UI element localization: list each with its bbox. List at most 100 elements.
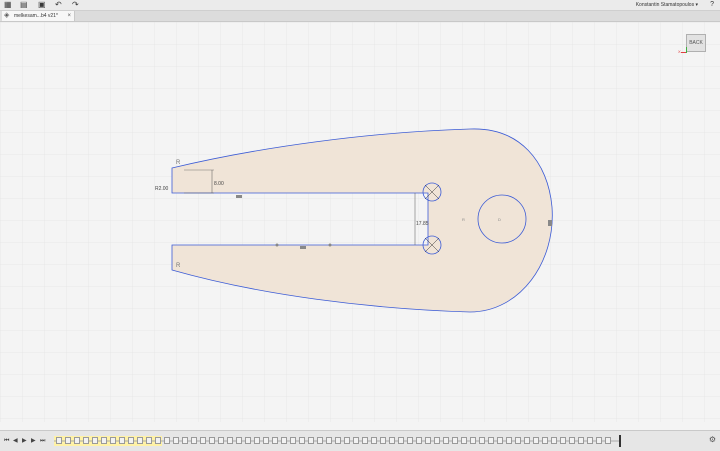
document-tab-bar: ◈ melkesam...b4 v21* ×	[0, 11, 720, 22]
timeline-feature-icon[interactable]	[497, 437, 503, 444]
timeline-feature-icon[interactable]	[533, 437, 539, 444]
timeline-feature-icon[interactable]	[578, 437, 584, 444]
timeline-feature-icon[interactable]	[200, 437, 206, 444]
user-menu[interactable]: Konstantin Stamatopoulos ▾	[636, 1, 698, 9]
timeline-feature-icon[interactable]	[443, 437, 449, 444]
document-tab[interactable]: ◈ melkesam...b4 v21* ×	[2, 11, 75, 21]
constraint-label-bottom[interactable]: R	[176, 263, 181, 269]
point-2[interactable]	[328, 243, 332, 247]
constraint-glyph-2[interactable]	[300, 246, 306, 249]
timeline-feature-icon[interactable]	[119, 437, 125, 444]
view-cube[interactable]: BACK	[686, 34, 706, 52]
timeline-feature-icon[interactable]	[173, 437, 179, 444]
timeline-feature-icon[interactable]	[344, 437, 350, 444]
close-icon[interactable]: ×	[67, 12, 71, 20]
redo-icon[interactable]: ↷	[72, 1, 79, 9]
timeline-feature-icon[interactable]	[101, 437, 107, 444]
dimension-text-3[interactable]: R2.00	[155, 186, 169, 192]
timeline-feature-icon[interactable]	[452, 437, 458, 444]
timeline-feature-icon[interactable]	[110, 437, 116, 444]
timeline-feature-icon[interactable]	[371, 437, 377, 444]
timeline-feature-icon[interactable]	[551, 437, 557, 444]
timeline-feature-icon[interactable]	[308, 437, 314, 444]
timeline-feature-icon[interactable]	[398, 437, 404, 444]
timeline-feature-icon[interactable]	[182, 437, 188, 444]
timeline-feature-icon[interactable]	[380, 437, 386, 444]
axis-x-label: X	[678, 49, 681, 54]
grid-background	[0, 22, 720, 422]
profile-label: R	[462, 217, 465, 222]
timeline-feature-icon[interactable]	[317, 437, 323, 444]
timeline-feature-icon[interactable]	[488, 437, 494, 444]
timeline-feature-icon[interactable]	[146, 437, 152, 444]
timeline-feature-icon[interactable]	[281, 437, 287, 444]
constraint-glyph-3[interactable]	[548, 220, 552, 226]
timeline-feature-icon[interactable]	[425, 437, 431, 444]
timeline-feature-icon[interactable]	[461, 437, 467, 444]
file-icon[interactable]: ▤	[20, 1, 28, 9]
timeline-feature-icon[interactable]	[272, 437, 278, 444]
timeline-start-button[interactable]: ⏮	[4, 437, 9, 445]
timeline-feature-icon[interactable]	[209, 437, 215, 444]
timeline-feature-icon[interactable]	[254, 437, 260, 444]
point-1[interactable]	[275, 243, 279, 247]
timeline-end-button[interactable]: ⏭	[40, 437, 45, 445]
constraint-glyph-1[interactable]	[236, 195, 242, 198]
timeline-feature-icon[interactable]	[407, 437, 413, 444]
constraint-label-top[interactable]: R	[176, 160, 181, 166]
dimension-text-2[interactable]: 17.85	[416, 221, 429, 227]
grid-icon[interactable]: ▦	[4, 1, 12, 9]
timeline-feature-icon[interactable]	[434, 437, 440, 444]
gear-icon[interactable]: ⚙	[709, 436, 716, 444]
timeline-feature-icon[interactable]	[470, 437, 476, 444]
save-icon[interactable]: ▣	[38, 1, 46, 9]
axis-y-indicator	[686, 47, 687, 53]
timeline-feature-icon[interactable]	[128, 437, 134, 444]
timeline-feature-icon[interactable]	[74, 437, 80, 444]
timeline-feature-icon[interactable]	[587, 437, 593, 444]
dimension-text-1[interactable]: 8.00	[214, 181, 224, 187]
timeline-feature-icon[interactable]	[524, 437, 530, 444]
timeline-feature-icon[interactable]	[596, 437, 602, 444]
timeline-prev-button[interactable]: ◀	[13, 437, 18, 445]
timeline-feature-icon[interactable]	[92, 437, 98, 444]
timeline-feature-icon[interactable]	[299, 437, 305, 444]
document-tab-label: melkesam...b4 v21*	[14, 13, 58, 19]
timeline-feature-icon[interactable]	[164, 437, 170, 444]
timeline-next-button[interactable]: ▶	[31, 437, 36, 445]
timeline-feature-icon[interactable]	[218, 437, 224, 444]
timeline-feature-icon[interactable]	[542, 437, 548, 444]
timeline-feature-icon[interactable]	[191, 437, 197, 444]
timeline-feature-icon[interactable]	[155, 437, 161, 444]
timeline-feature-icon[interactable]	[416, 437, 422, 444]
timeline-feature-icon[interactable]	[56, 437, 62, 444]
timeline-play-button[interactable]: ▶	[22, 437, 27, 445]
timeline-feature-icon[interactable]	[245, 437, 251, 444]
timeline-feature-icon[interactable]	[65, 437, 71, 444]
undo-icon[interactable]: ↶	[55, 1, 62, 9]
timeline-feature-icon[interactable]	[506, 437, 512, 444]
timeline-feature-icon[interactable]	[335, 437, 341, 444]
timeline-feature-icon[interactable]	[290, 437, 296, 444]
timeline-feature-icon[interactable]	[515, 437, 521, 444]
timeline-feature-icon[interactable]	[353, 437, 359, 444]
timeline-feature-icon[interactable]	[479, 437, 485, 444]
timeline-feature-icon[interactable]	[326, 437, 332, 444]
timeline-feature-icon[interactable]	[236, 437, 242, 444]
view-cube-label: BACK	[689, 40, 703, 46]
timeline-feature-icon[interactable]	[362, 437, 368, 444]
timeline-feature-icon[interactable]	[569, 437, 575, 444]
timeline-feature-icon[interactable]	[605, 437, 611, 444]
timeline-feature-icon[interactable]	[560, 437, 566, 444]
timeline-feature-icon[interactable]	[227, 437, 233, 444]
timeline-bar: ⏮ ◀ ▶ ▶ ⏭ ⚙	[0, 430, 720, 451]
top-toolbar: ▦ ▤ ▣ ↶ ↷ Konstantin Stamatopoulos ▾ ?	[0, 0, 720, 11]
timeline-feature-icon[interactable]	[137, 437, 143, 444]
sketch-canvas[interactable]: 8.00 17.85 R2.00 R R D R	[0, 22, 720, 422]
timeline-feature-icon[interactable]	[83, 437, 89, 444]
center-hole[interactable]	[477, 194, 527, 244]
timeline-marker[interactable]	[619, 435, 621, 447]
help-icon[interactable]: ?	[710, 1, 714, 9]
timeline-feature-icon[interactable]	[389, 437, 395, 444]
timeline-feature-icon[interactable]	[263, 437, 269, 444]
